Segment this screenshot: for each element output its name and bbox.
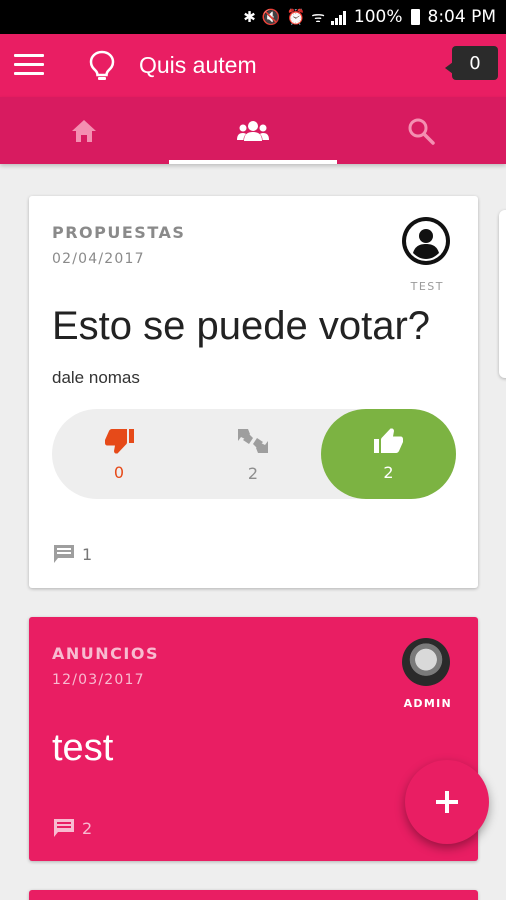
vote-down-count: 0 [113,462,125,482]
thumbs-sideways-icon [238,428,268,453]
comments-link[interactable]: 1 [52,543,92,565]
post-category: PROPUESTAS [52,223,186,242]
signal-icon [330,10,346,25]
status-bar: ✱ 🔇 ⏰ ᯤ 100% 8:04 PM [0,0,506,34]
post-body: dale nomas [52,368,140,387]
vote-up-button[interactable]: 2 [321,409,456,499]
vote-neutral-button[interactable]: 2 [186,409,320,499]
alarm-icon: ⏰ [286,8,306,26]
add-post-button[interactable] [405,760,489,844]
app-bar: Quis autem 0 [0,34,506,97]
home-icon [72,119,97,142]
vote-bar: 0 2 2 [52,409,456,499]
battery-icon [410,9,420,25]
notifications-button[interactable]: 0 [445,46,498,80]
comment-icon [54,819,74,837]
wifi-icon: ᯤ [311,8,325,26]
avatar[interactable] [402,217,450,265]
tab-bar [0,97,506,164]
lightbulb-icon [89,50,115,80]
vote-down-button[interactable]: 0 [52,409,186,499]
battery-percent: 100% [353,7,403,27]
comments-link[interactable]: 2 [52,817,92,839]
vote-neutral-count: 2 [247,463,259,483]
status-icons: ✱ 🔇 ⏰ ᯤ [243,7,346,27]
post-card[interactable]: PROPUESTAS 02/04/2017 TEST Esto se puede… [29,196,478,588]
user-icon [406,221,446,261]
bluetooth-icon: ✱ [243,8,256,26]
mute-icon: 🔇 [261,8,281,26]
comment-icon [54,545,74,563]
notification-count: 0 [469,52,481,74]
post-author: ADMIN [403,697,452,710]
post-title: test [52,727,114,769]
search-icon [408,118,436,145]
app-title: Quis autem [139,52,257,78]
post-title: Esto se puede votar? [52,304,431,348]
group-icon [236,120,269,141]
thumbs-down-icon [105,428,134,453]
thumbs-up-icon [373,428,403,453]
post-author: TEST [410,280,444,293]
clock: 8:04 PM [427,7,497,27]
adjacent-card-edge [499,210,506,378]
tab-search[interactable] [337,97,506,164]
vote-up-count: 2 [383,462,394,482]
post-card[interactable] [29,890,478,900]
avatar[interactable] [402,638,450,686]
comment-count: 2 [82,818,93,838]
post-category: ANUNCIOS [52,644,159,663]
menu-button[interactable] [14,54,44,78]
tab-groups[interactable] [168,97,338,164]
post-date: 02/04/2017 [52,251,145,267]
post-date: 12/03/2017 [52,672,145,688]
plus-icon [436,791,458,813]
tab-home[interactable] [0,97,169,164]
comment-count: 1 [82,544,93,564]
